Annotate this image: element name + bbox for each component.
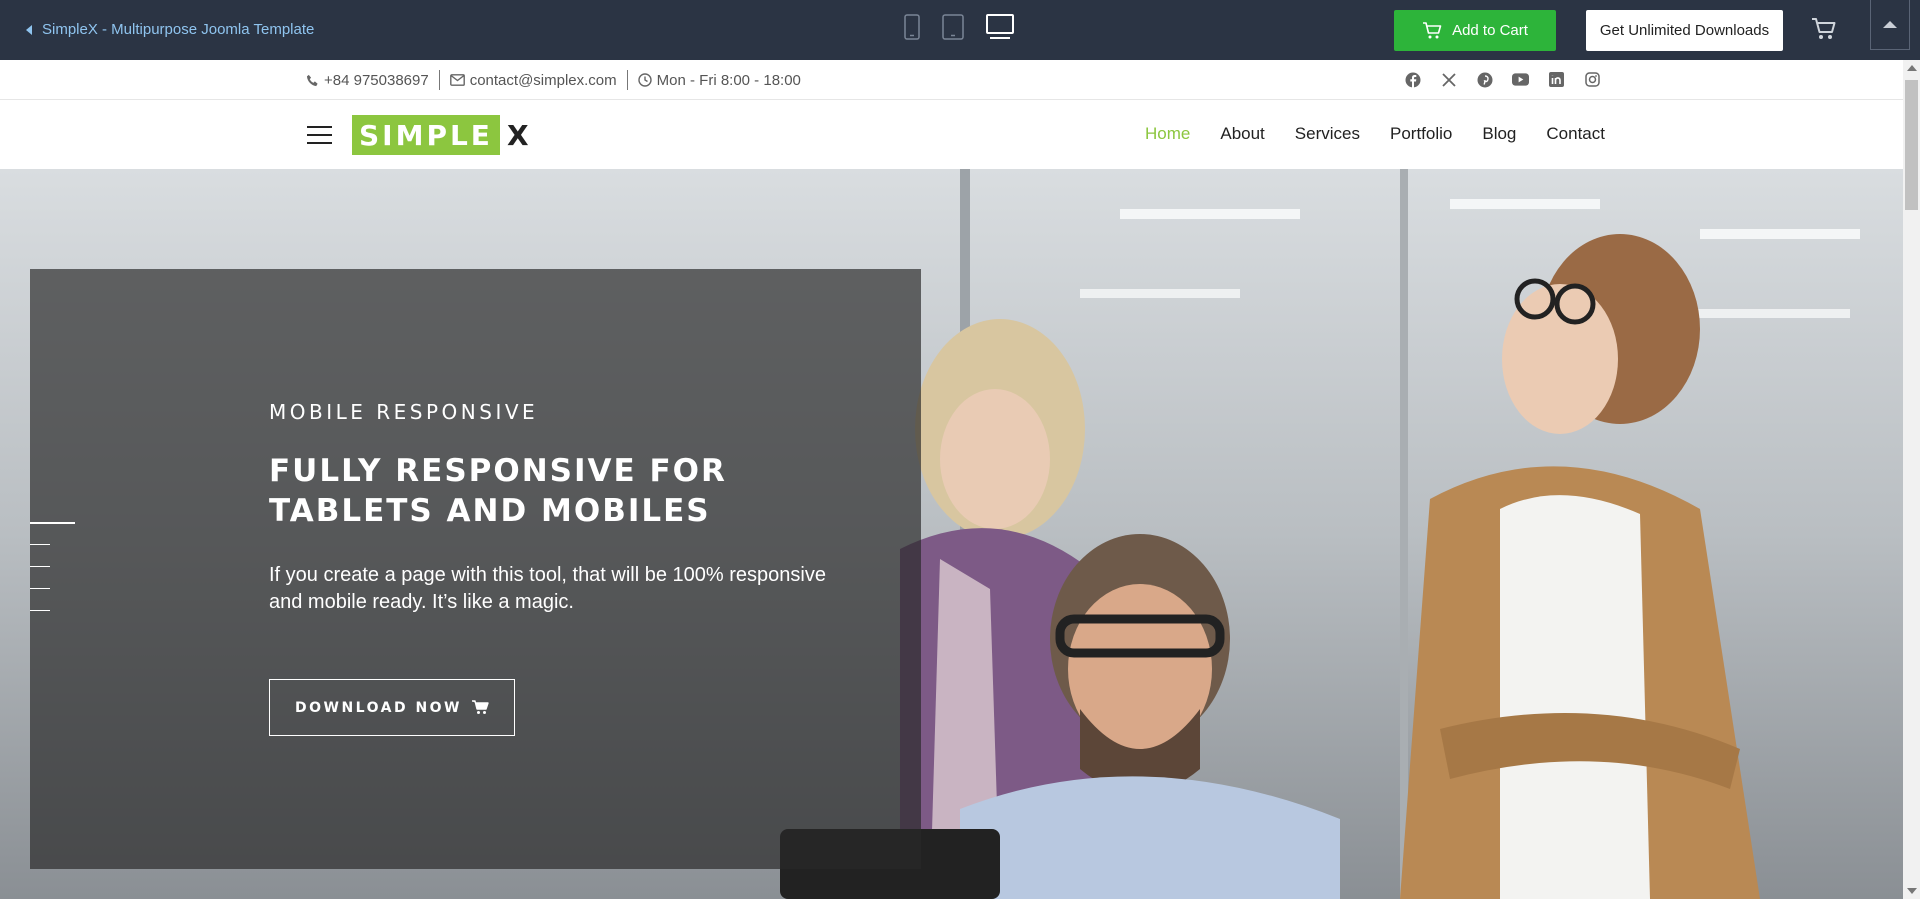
logo-box-text: SIMPLE — [352, 115, 500, 155]
nav-home[interactable]: Home — [1145, 124, 1190, 144]
clock-icon — [637, 73, 652, 87]
scroll-up-arrow-icon[interactable] — [1907, 65, 1917, 71]
facebook-icon[interactable] — [1404, 71, 1421, 88]
phone-number: +84 975038697 — [324, 71, 429, 89]
download-now-button[interactable]: DOWNLOAD NOW — [269, 679, 515, 736]
nav-about[interactable]: About — [1220, 124, 1264, 144]
get-unlimited-downloads-button[interactable]: Get Unlimited Downloads — [1586, 10, 1783, 51]
back-link-label: SimpleX - Multipurpose Joomla Template — [42, 21, 315, 38]
nav-services[interactable]: Services — [1295, 124, 1360, 144]
mobile-icon[interactable] — [904, 14, 920, 40]
slide-dot-1[interactable] — [30, 522, 75, 524]
slide-dot-5[interactable] — [30, 610, 50, 611]
device-switcher — [904, 14, 1014, 40]
phone-info[interactable]: +84 975038697 — [306, 72, 439, 89]
youtube-icon[interactable] — [1512, 71, 1529, 88]
caret-left-icon — [26, 24, 32, 35]
hero-description: If you create a page with this tool, tha… — [269, 564, 826, 613]
scroll-down-arrow-icon[interactable] — [1907, 888, 1917, 894]
email-info[interactable]: contact@simplex.com — [440, 72, 627, 89]
hero-eyebrow: MOBILE RESPONSIVE — [269, 400, 539, 424]
preview-topbar: SimpleX - Multipurpose Joomla Template A… — [0, 0, 1920, 60]
caret-up-icon — [1883, 21, 1897, 28]
slide-dot-4[interactable] — [30, 588, 50, 589]
x-twitter-icon[interactable] — [1440, 71, 1457, 88]
social-links — [1404, 71, 1601, 88]
tablet-icon[interactable] — [942, 14, 964, 40]
pinterest-icon[interactable] — [1476, 71, 1493, 88]
contact-info-bar: +84 975038697 contact@simplex.com Mon - … — [0, 60, 1903, 100]
hamburger-menu-icon[interactable] — [307, 126, 332, 144]
opening-hours: Mon - Fri 8:00 - 18:00 — [656, 71, 801, 89]
main-navigation: Home About Services Portfolio Blog Conta… — [1145, 124, 1605, 144]
unlimited-label: Get Unlimited Downloads — [1599, 22, 1770, 39]
hero-slider — [0, 169, 1903, 899]
contact-details: +84 975038697 contact@simplex.com Mon - … — [306, 70, 811, 90]
cart-icon — [472, 700, 489, 714]
slide-dot-2[interactable] — [30, 544, 50, 545]
instagram-icon[interactable] — [1584, 71, 1601, 88]
nav-blog[interactable]: Blog — [1482, 124, 1516, 144]
cart-icon — [1423, 21, 1442, 38]
add-to-cart-label: Add to Cart — [1452, 22, 1528, 39]
hours-info: Mon - Fri 8:00 - 18:00 — [628, 72, 811, 89]
collapse-bar-button[interactable] — [1870, 0, 1910, 50]
phone-icon — [306, 74, 318, 86]
back-to-template-link[interactable]: SimpleX - Multipurpose Joomla Template — [26, 21, 314, 38]
email-address: contact@simplex.com — [469, 71, 617, 89]
nav-contact[interactable]: Contact — [1546, 124, 1605, 144]
slide-dot-3[interactable] — [30, 566, 50, 567]
site-logo[interactable]: SIMPLE X — [352, 115, 529, 155]
linkedin-icon[interactable] — [1548, 71, 1565, 88]
site-header: SIMPLE X Home About Services Portfolio B… — [0, 101, 1903, 169]
desktop-icon[interactable] — [986, 14, 1014, 40]
cart-icon[interactable] — [1811, 17, 1837, 41]
nav-portfolio[interactable]: Portfolio — [1390, 124, 1452, 144]
hero-title: FULLY RESPONSIVE FOR TABLETS AND MOBILES — [269, 453, 727, 529]
envelope-icon — [449, 74, 465, 86]
scrollbar-thumb[interactable] — [1905, 80, 1918, 210]
logo-x-text: X — [506, 118, 529, 152]
add-to-cart-button[interactable]: Add to Cart — [1394, 10, 1556, 51]
download-now-label: DOWNLOAD NOW — [294, 699, 463, 716]
page-scrollbar[interactable] — [1903, 60, 1920, 899]
